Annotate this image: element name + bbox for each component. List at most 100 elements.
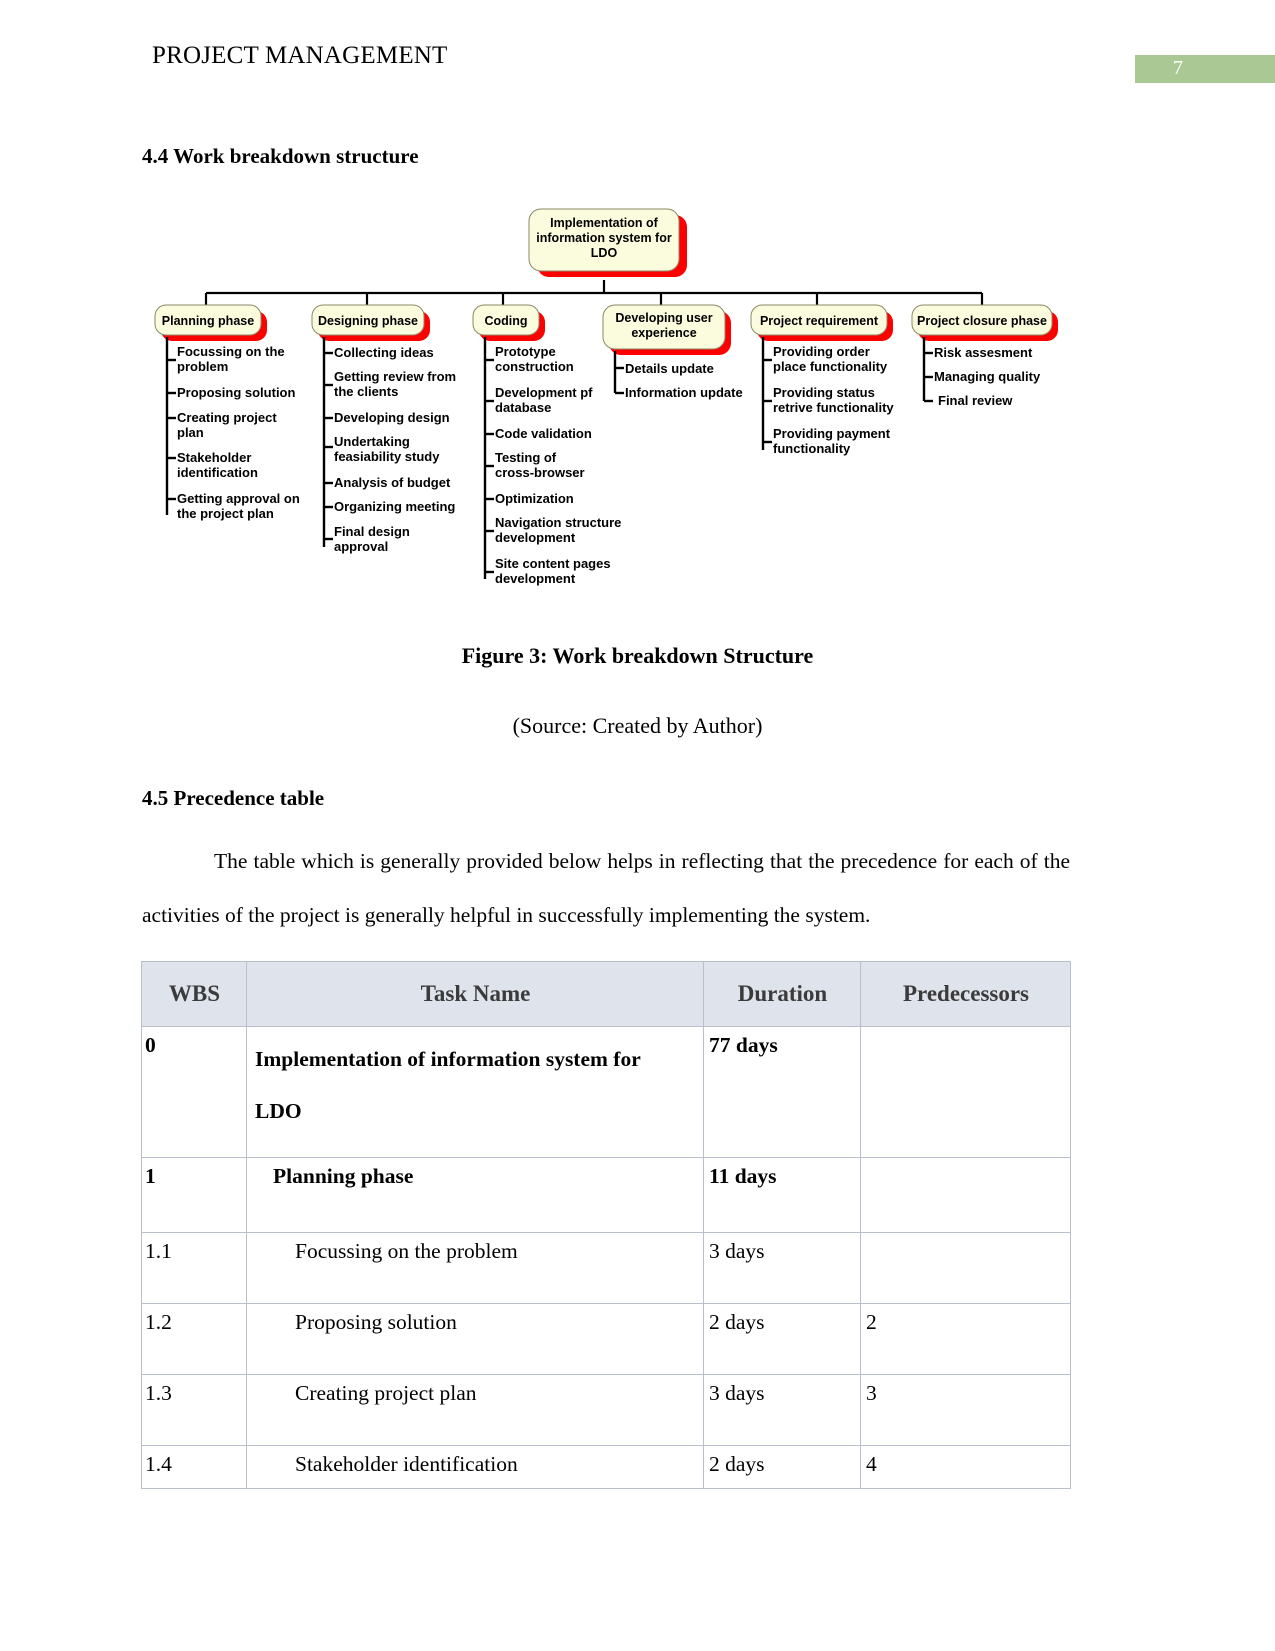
wbs-leaf-label: Developing design [334, 410, 450, 425]
table-header-row: WBS Task Name Duration Predecessors [141, 961, 1071, 1027]
wbs-leaf-label: database [495, 400, 551, 415]
wbs-leaf-label: Undertaking [334, 434, 410, 449]
wbs-branch-title: Designing phase [318, 314, 418, 328]
wbs-leaf-label: retrive functionality [773, 400, 894, 415]
cell-task-name: Focussing on the problem [246, 1232, 704, 1304]
wbs-leaf-label: problem [177, 359, 228, 374]
cell-duration: 2 days [703, 1303, 861, 1375]
wbs-leaf-label: Details update [625, 361, 714, 376]
wbs-leaf-label: cross-browser [495, 465, 585, 480]
wbs-leaf-label: Collecting ideas [334, 345, 434, 360]
table-row: 1 Planning phase 11 days [141, 1157, 1071, 1233]
wbs-leaf-label: Providing payment [773, 426, 891, 441]
wbs-leaf-label: the project plan [177, 506, 274, 521]
column-header-predecessors: Predecessors [860, 961, 1071, 1027]
cell-duration: 3 days [703, 1232, 861, 1304]
page-header: PROJECT MANAGEMENT 7 [0, 42, 1275, 83]
table-row: 1.4 Stakeholder identification 2 days 4 [141, 1445, 1071, 1489]
table-row: 1.3 Creating project plan 3 days 3 [141, 1374, 1071, 1446]
wbs-leaf-label: Analysis of budget [334, 475, 451, 490]
wbs-leaf-label: Getting review from [334, 369, 456, 384]
wbs-branch-title: Project closure phase [917, 314, 1047, 328]
wbs-leaf-label: Final review [938, 393, 1013, 408]
wbs-leaf-label: construction [495, 359, 574, 374]
cell-predecessors [860, 1157, 1071, 1233]
wbs-branch-coding: Coding Prototype construction Developmen… [472, 304, 621, 586]
wbs-leaf-label: Creating project [177, 410, 277, 425]
cell-predecessors [860, 1232, 1071, 1304]
wbs-branch-developing-user-experience: Developing user experience Details updat… [602, 304, 743, 400]
cell-task-name: Proposing solution [246, 1303, 704, 1375]
cell-task-name: Creating project plan [246, 1374, 704, 1446]
page-number: 7 [1173, 57, 1183, 79]
wbs-root-line-2: information system for [536, 231, 672, 245]
cell-duration: 3 days [703, 1374, 861, 1446]
cell-duration: 77 days [703, 1026, 861, 1158]
cell-duration: 11 days [703, 1157, 861, 1233]
table-row: 0 Implementation of information system f… [141, 1026, 1071, 1158]
wbs-leaf-label: approval [334, 539, 388, 554]
wbs-leaf-label: Organizing meeting [334, 499, 455, 514]
column-header-wbs: WBS [141, 961, 247, 1027]
table-row: 1.2 Proposing solution 2 days 2 [141, 1303, 1071, 1375]
cell-duration: 2 days [703, 1445, 861, 1489]
table-row: 1.1 Focussing on the problem 3 days [141, 1232, 1071, 1304]
wbs-branch-title-line-1: Developing user [615, 311, 712, 325]
wbs-leaf-label: the clients [334, 384, 398, 399]
cell-predecessors [860, 1026, 1071, 1158]
wbs-leaf-label: Providing status [773, 385, 875, 400]
wbs-leaf-label: Development pf [495, 385, 593, 400]
figure-caption: Figure 3: Work breakdown Structure [461, 643, 814, 668]
precedence-table: WBS Task Name Duration Predecessors 0 Im… [141, 961, 1071, 1489]
wbs-branch-title: Project requirement [760, 314, 879, 328]
wbs-branch-project-closure-phase: Project closure phase Risk assesment Man… [911, 304, 1058, 408]
wbs-leaf-label: Risk assesment [934, 345, 1033, 360]
cell-wbs: 1 [141, 1157, 247, 1233]
wbs-branch-title-line-2: experience [631, 326, 696, 340]
cell-task-name-line-1: Implementation of information system for [255, 1047, 641, 1071]
wbs-branch-planning-phase: Planning phase Focussing on the problem … [154, 304, 300, 521]
wbs-root-line-3: LDO [591, 246, 618, 260]
cell-wbs: 1.1 [141, 1232, 247, 1304]
cell-task-name: Stakeholder identification [246, 1445, 704, 1489]
wbs-leaf-label: Optimization [495, 491, 574, 506]
cell-wbs: 1.4 [141, 1445, 247, 1489]
wbs-leaf-label: Stakeholder [177, 450, 251, 465]
wbs-leaf-label: identification [177, 465, 258, 480]
wbs-leaf-label: development [495, 571, 576, 586]
wbs-leaf-label: Code validation [495, 426, 592, 441]
cell-predecessors: 2 [860, 1303, 1071, 1375]
wbs-leaf-label: Testing of [495, 450, 557, 465]
wbs-branch-project-requirement: Project requirement Providing order plac… [750, 304, 894, 456]
wbs-leaf-label: feasiability study [334, 449, 440, 464]
wbs-leaf-label: Information update [625, 385, 743, 400]
wbs-branch-designing-phase: Designing phase Collecting ideas Getting… [311, 304, 456, 554]
document-header-title: PROJECT MANAGEMENT [152, 42, 448, 69]
wbs-leaf-label: Getting approval on [177, 491, 300, 506]
column-header-task-name: Task Name [246, 961, 704, 1027]
cell-task-name: Planning phase [246, 1157, 704, 1233]
cell-predecessors: 4 [860, 1445, 1071, 1489]
wbs-leaf-label: Final design [334, 524, 410, 539]
wbs-leaf-label: plan [177, 425, 204, 440]
wbs-root-line-1: Implementation of [550, 216, 658, 230]
wbs-leaf-label: functionality [773, 441, 851, 456]
precedence-intro-paragraph: The table which is generally provided be… [142, 849, 1070, 927]
cell-task-name-line-2: LDO [255, 1099, 302, 1123]
wbs-branch-title: Planning phase [162, 314, 254, 328]
wbs-leaf-label: Focussing on the [177, 344, 285, 359]
heading-precedence-table: 4.5 Precedence table [142, 786, 325, 810]
cell-task-name: Implementation of information system for… [246, 1026, 704, 1158]
wbs-branch-title: Coding [484, 314, 527, 328]
wbs-leaf-label: Site content pages [495, 556, 611, 571]
wbs-leaf-label: Prototype [495, 344, 556, 359]
column-header-duration: Duration [703, 961, 861, 1027]
cell-predecessors: 3 [860, 1374, 1071, 1446]
wbs-leaf-label: place functionality [773, 359, 888, 374]
wbs-connectors [204, 280, 984, 305]
heading-work-breakdown-structure: 4.4 Work breakdown structure [142, 144, 419, 168]
wbs-leaf-label: Navigation structure [495, 515, 621, 530]
wbs-leaf-label: Proposing solution [177, 385, 295, 400]
wbs-leaf-label: development [495, 530, 576, 545]
wbs-diagram: .nlabel { font-family: "Liberation Sans"… [0, 185, 1275, 605]
